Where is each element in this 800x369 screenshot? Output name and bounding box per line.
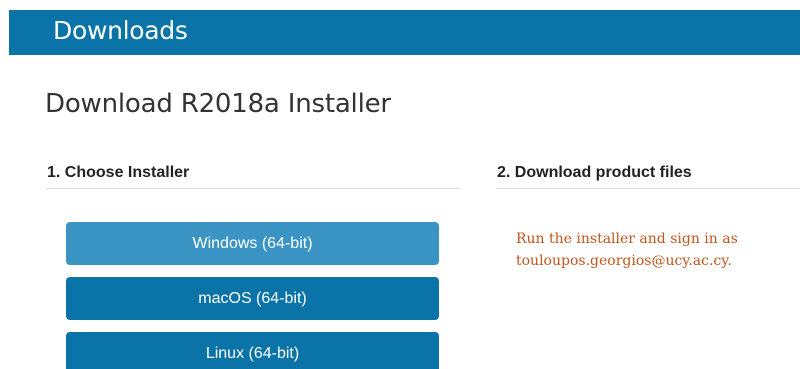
windows-installer-button[interactable]: Windows (64-bit)	[66, 222, 439, 265]
sign-in-instruction: Run the installer and sign in as touloup…	[516, 228, 800, 272]
downloads-header-bar: Downloads	[9, 10, 800, 55]
sign-in-instruction-line-1: Run the installer and sign in as	[516, 231, 738, 247]
linux-installer-button[interactable]: Linux (64-bit)	[66, 332, 439, 369]
page-title: Download R2018a Installer	[45, 89, 391, 119]
sign-in-email: touloupos.georgios@ucy.ac.cy.	[516, 253, 732, 269]
download-files-divider	[496, 188, 800, 189]
choose-installer-divider	[46, 188, 460, 189]
downloads-page: Downloads Download R2018a Installer 1. C…	[0, 0, 800, 369]
header-title: Downloads	[53, 16, 188, 45]
macos-installer-button[interactable]: macOS (64-bit)	[66, 277, 439, 320]
download-files-heading: 2. Download product files	[497, 164, 692, 181]
choose-installer-heading: 1. Choose Installer	[47, 164, 190, 181]
